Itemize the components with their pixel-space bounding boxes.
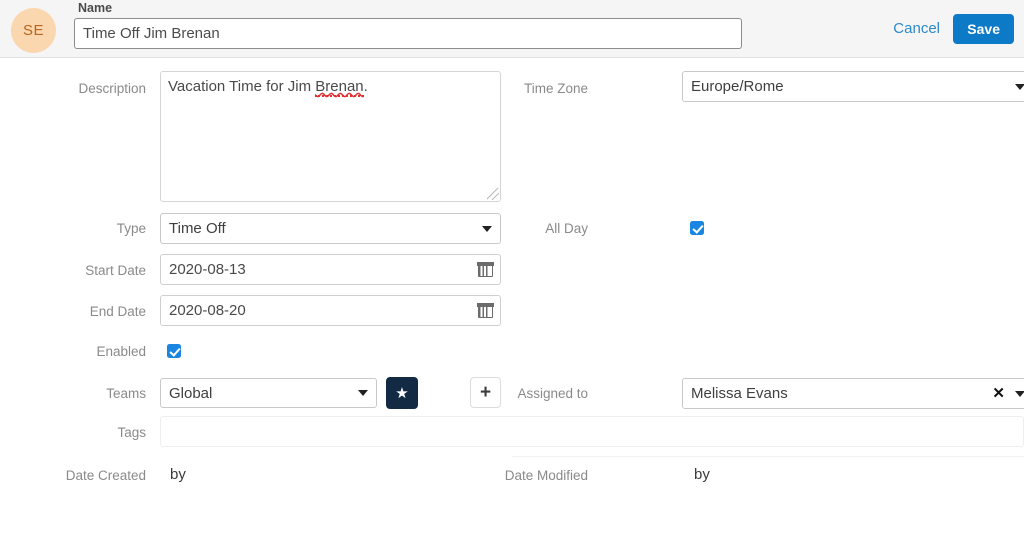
assigned-to-label: Assigned to (517, 386, 588, 401)
start-date-input[interactable] (160, 254, 501, 285)
calendar-icon[interactable] (477, 303, 494, 318)
record-form-body: Description Vacation Time for Jim Brenan… (0, 58, 1024, 533)
type-select[interactable]: Time Off (160, 213, 501, 244)
calendar-icon[interactable] (477, 262, 494, 277)
start-date-label: Start Date (85, 263, 146, 278)
cancel-button[interactable]: Cancel (887, 16, 946, 41)
description-text: Vacation Time for Jim Brenan. (168, 78, 368, 97)
chevron-down-icon (1015, 83, 1024, 90)
type-label: Type (116, 221, 146, 236)
assigned-to-select[interactable]: Melissa Evans ✕ (682, 378, 1024, 409)
description-label: Description (78, 81, 146, 96)
date-modified-value: by (694, 466, 710, 483)
allday-checkbox[interactable] (690, 221, 704, 235)
timezone-label: Time Zone (523, 81, 588, 96)
teams-value: Global (169, 384, 213, 402)
star-icon: ★ (395, 384, 409, 402)
assigned-to-value: Melissa Evans (691, 385, 788, 402)
section-divider (512, 456, 1024, 457)
timezone-value: Europe/Rome (691, 78, 784, 95)
timezone-select[interactable]: Europe/Rome (682, 71, 1024, 102)
tags-label: Tags (117, 425, 146, 440)
enabled-label: Enabled (96, 344, 146, 359)
date-created-label: Date Created (65, 468, 146, 483)
chevron-down-icon (1015, 390, 1024, 397)
clear-x-icon[interactable]: ✕ (992, 386, 1005, 401)
date-modified-label: Date Modified (504, 468, 588, 483)
tags-input[interactable] (160, 416, 1024, 447)
record-edit-page: SE Name Cancel Save Description Vacation… (0, 0, 1024, 533)
textarea-resize-handle[interactable] (487, 188, 499, 200)
teams-primary-star-button[interactable]: ★ (386, 377, 418, 409)
teams-label: Teams (106, 386, 146, 401)
teams-select[interactable]: Global (160, 378, 377, 408)
avatar-initials: SE (22, 22, 44, 39)
chevron-down-icon (358, 390, 368, 396)
description-suffix: . (363, 78, 368, 95)
date-created-value: by (170, 466, 186, 483)
save-button[interactable]: Save (953, 14, 1014, 44)
record-header: SE Name Cancel Save (0, 0, 1024, 58)
enabled-checkbox[interactable] (167, 344, 181, 358)
description-prefix: Vacation Time for Jim (168, 78, 316, 95)
end-date-label: End Date (89, 304, 146, 319)
name-input[interactable] (74, 18, 742, 49)
name-field-label: Name (78, 1, 113, 15)
end-date-input[interactable] (160, 295, 501, 326)
avatar: SE (11, 8, 56, 53)
allday-label: All Day (545, 221, 588, 236)
type-value: Time Off (169, 220, 226, 237)
description-misspelled-word: Brenan (315, 78, 364, 97)
